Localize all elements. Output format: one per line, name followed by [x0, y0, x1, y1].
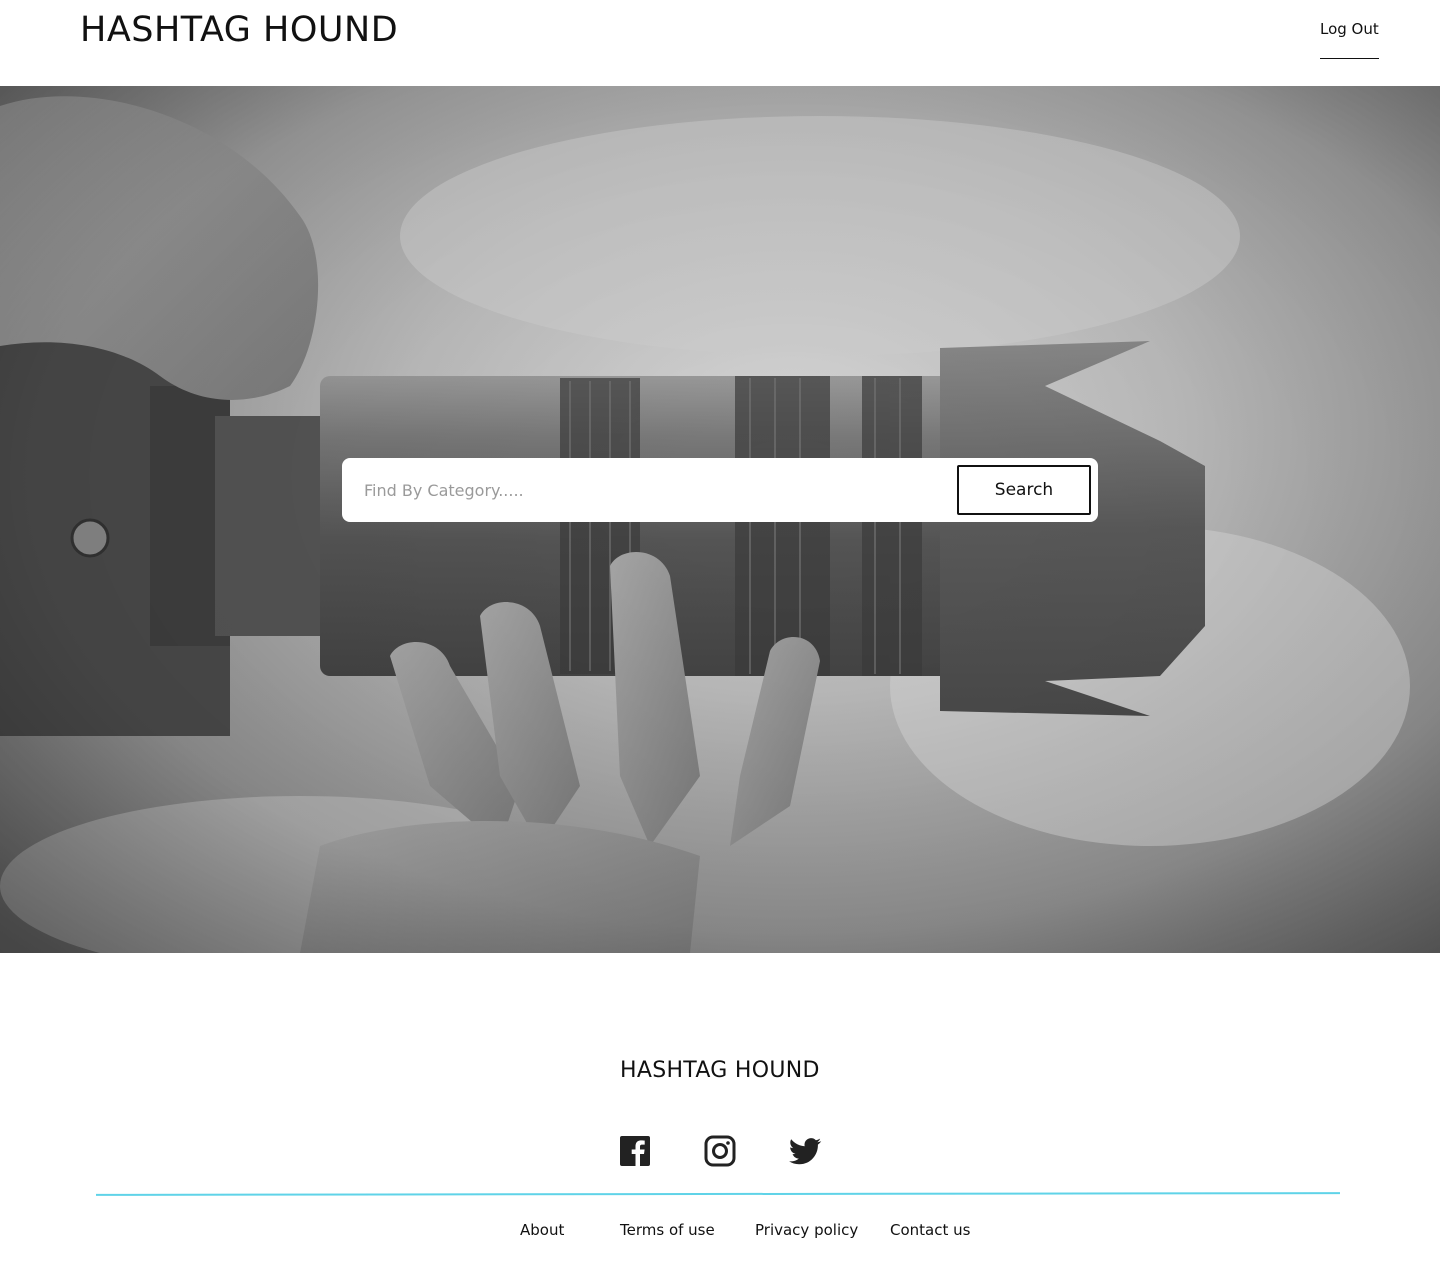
footer-link-privacy[interactable]: Privacy policy	[755, 1221, 858, 1239]
footer-divider	[95, 1192, 1341, 1196]
instagram-icon[interactable]	[703, 1134, 737, 1168]
footer-link-about[interactable]: About	[520, 1221, 564, 1239]
search-bar: Search	[342, 458, 1098, 522]
facebook-icon[interactable]	[618, 1134, 652, 1168]
search-input[interactable]	[352, 466, 952, 514]
footer-logo: HASHTAG HOUND	[620, 1058, 820, 1083]
site-logo[interactable]: HASHTAG HOUND	[80, 10, 398, 50]
search-button[interactable]: Search	[957, 465, 1091, 515]
logout-link[interactable]: Log Out	[1320, 20, 1379, 59]
footer-link-contact[interactable]: Contact us	[890, 1221, 970, 1239]
twitter-icon[interactable]	[788, 1134, 822, 1168]
site-header: HASHTAG HOUND Log Out	[0, 0, 1440, 86]
hero-banner: Search	[0, 86, 1440, 953]
footer-link-terms[interactable]: Terms of use	[620, 1221, 715, 1239]
